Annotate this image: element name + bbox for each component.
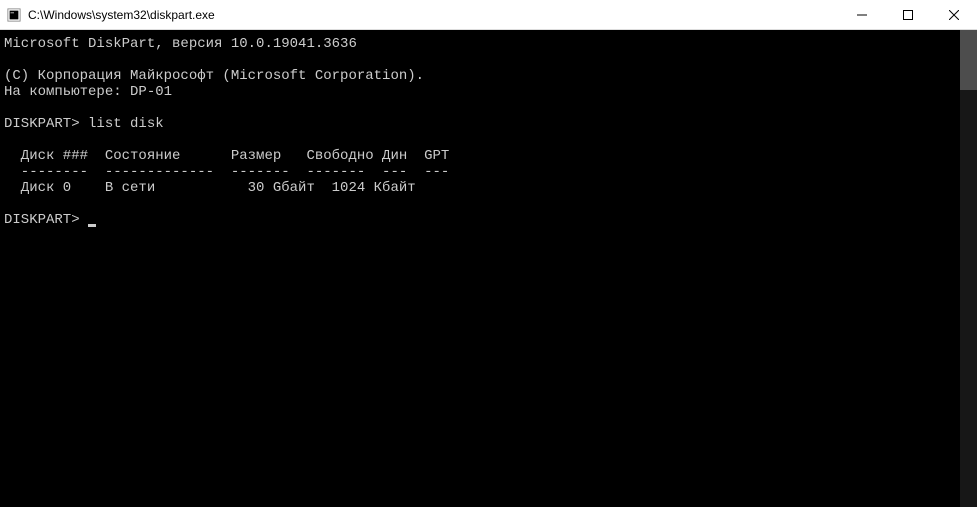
minimize-button[interactable] [839, 0, 885, 29]
vertical-scrollbar[interactable] [960, 30, 977, 507]
console-output[interactable]: Microsoft DiskPart, версия 10.0.19041.36… [0, 30, 960, 507]
prompt: DISKPART> [4, 212, 88, 228]
table-header: Диск ### Состояние Размер Свободно Дин G… [4, 148, 449, 164]
maximize-button[interactable] [885, 0, 931, 29]
app-icon [6, 7, 22, 23]
copyright-line: (C) Корпорация Майкрософт (Microsoft Cor… [4, 68, 424, 84]
computer-line: На компьютере: DP-01 [4, 84, 172, 100]
scrollbar-thumb[interactable] [960, 30, 977, 90]
command-line: DISKPART> list disk [4, 116, 164, 132]
window-title: C:\Windows\system32\diskpart.exe [28, 8, 839, 22]
close-button[interactable] [931, 0, 977, 29]
window-titlebar: C:\Windows\system32\diskpart.exe [0, 0, 977, 30]
console-body: Microsoft DiskPart, версия 10.0.19041.36… [0, 30, 977, 507]
cursor [88, 224, 96, 227]
version-line: Microsoft DiskPart, версия 10.0.19041.36… [4, 36, 357, 52]
window-controls [839, 0, 977, 29]
table-row: Диск 0 В сети 30 Gбайт 1024 Кбайт [4, 180, 416, 196]
table-divider: -------- ------------- ------- ------- -… [4, 164, 449, 180]
